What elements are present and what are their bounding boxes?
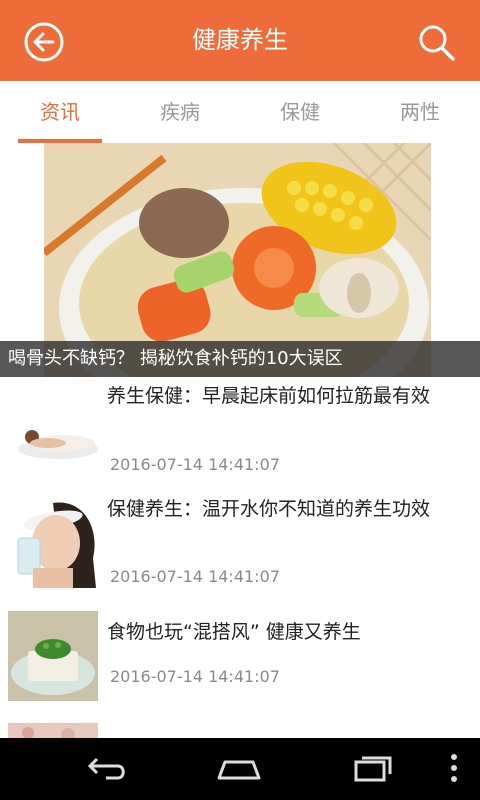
tab-healthcare[interactable]: 保健 xyxy=(240,81,360,143)
system-nav-bar xyxy=(0,738,480,800)
article-date: 2016-07-14 14:41:07 xyxy=(110,667,280,686)
search-button[interactable] xyxy=(414,20,458,64)
tofu-dish-thumb xyxy=(8,611,98,701)
featured-article[interactable]: 喝骨头不缺钙？ 揭秘饮食补钙的10大误区 xyxy=(0,143,480,377)
article-date: 2016-07-14 14:41:07 xyxy=(110,455,280,474)
woman-drinking-thumb xyxy=(8,498,98,588)
nav-menu-icon[interactable] xyxy=(430,748,478,788)
list-item[interactable]: 食物也玩“混搭风” 健康又养生 2016-07-14 14:41:07 xyxy=(0,601,480,714)
page-title: 健康养生 xyxy=(192,26,288,54)
article-title: 养生保健：早晨起床前如何拉筋最有效 xyxy=(107,385,431,407)
app-header: 健康养生 xyxy=(0,0,480,81)
article-title: 保健养生：温开水你不知道的养生功效 xyxy=(107,498,431,520)
article-date: 2016-07-14 14:41:07 xyxy=(110,567,280,586)
article-title: 食物也玩“混搭风” 健康又养生 xyxy=(107,621,361,643)
list-item[interactable]: 保健养生：温开水你不知道的养生功效 2016-07-14 14:41:07 xyxy=(0,489,480,602)
search-icon xyxy=(419,25,455,61)
woman-lying-thumb xyxy=(8,387,98,477)
nav-home-icon[interactable] xyxy=(215,748,263,788)
tab-gender[interactable]: 两性 xyxy=(360,81,480,143)
tab-diseases[interactable]: 疾病 xyxy=(120,81,240,143)
category-tabs: 资讯 疾病 保健 两性 xyxy=(0,81,480,144)
tab-news[interactable]: 资讯 xyxy=(0,81,120,143)
featured-caption: 喝骨头不缺钙？ 揭秘饮食补钙的10大误区 xyxy=(0,341,480,377)
nav-back-icon[interactable] xyxy=(82,748,130,788)
nav-recents-icon[interactable] xyxy=(350,748,398,788)
list-item[interactable]: 养生保健：早晨起床前如何拉筋最有效 2016-07-14 14:41:07 xyxy=(0,377,480,490)
